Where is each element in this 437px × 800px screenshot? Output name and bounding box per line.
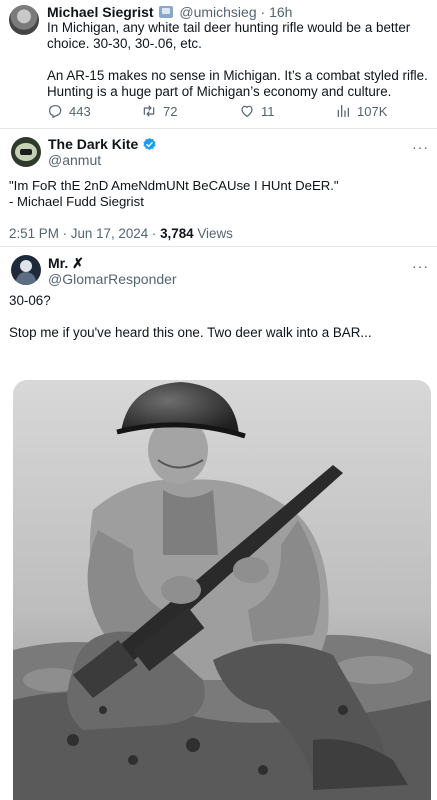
like-button[interactable]: 11 bbox=[239, 103, 275, 119]
soldier-photo-illustration bbox=[13, 380, 431, 800]
repost-button[interactable]: 72 bbox=[141, 103, 177, 119]
verified-badge-icon bbox=[143, 137, 156, 150]
header-separator: · bbox=[260, 4, 266, 20]
main-tweet-timestamp[interactable]: 2:51 PM · Jun 17, 2024 · bbox=[9, 226, 160, 241]
main-tweet-views-label: Views bbox=[193, 226, 233, 241]
more-icon[interactable]: ··· bbox=[412, 259, 429, 273]
reply-text: 30-06? Stop me if you've heard this one.… bbox=[9, 293, 429, 341]
reply-icon bbox=[49, 105, 62, 118]
reply-paragraph: Stop me if you've heard this one. Two de… bbox=[9, 325, 372, 340]
quoted-author-avatar[interactable] bbox=[9, 5, 39, 35]
main-author-name-row: The Dark Kite bbox=[48, 136, 157, 152]
like-icon bbox=[241, 105, 253, 117]
like-count: 11 bbox=[261, 103, 275, 119]
main-tweet-line: "Im FoR thE 2nD AmeNdmUNt BeCAUse I HUnt… bbox=[9, 178, 339, 193]
divider bbox=[0, 128, 437, 129]
main-tweet-text: "Im FoR thE 2nD AmeNdmUNt BeCAUse I HUnt… bbox=[9, 178, 429, 210]
main-author-name[interactable]: The Dark Kite bbox=[48, 136, 138, 152]
quoted-author-handle[interactable]: @umichsieg bbox=[179, 4, 256, 20]
more-icon[interactable]: ··· bbox=[412, 140, 429, 154]
reply-count: 443 bbox=[69, 103, 91, 119]
reply-author-avatar[interactable] bbox=[11, 255, 41, 285]
quoted-tweet-paragraph: In Michigan, any white tail deer hunting… bbox=[47, 20, 411, 51]
quoted-tweet-time[interactable]: 16h bbox=[269, 4, 292, 20]
quoted-tweet-actions: 443 72 11 107K bbox=[47, 103, 417, 121]
repost-icon bbox=[143, 105, 155, 117]
view-count: 107K bbox=[357, 103, 388, 119]
reply-author-handle[interactable]: @GlomarResponder bbox=[48, 271, 177, 287]
quoted-tweet-text: In Michigan, any white tail deer hunting… bbox=[47, 20, 431, 100]
views-button[interactable]: 107K bbox=[335, 103, 387, 119]
main-tweet-line: - Michael Fudd Siegrist bbox=[9, 194, 144, 209]
main-author-avatar[interactable] bbox=[11, 137, 41, 167]
quoted-tweet-header: Michael Siegrist @umichsieg · 16h bbox=[47, 4, 292, 20]
views-icon bbox=[337, 105, 349, 117]
main-tweet-meta: 2:51 PM · Jun 17, 2024 · 3,784 Views bbox=[9, 226, 233, 242]
main-tweet-views-count: 3,784 bbox=[160, 226, 194, 241]
repost-count: 72 bbox=[163, 103, 178, 119]
attached-photo[interactable] bbox=[13, 380, 431, 800]
reply-button[interactable]: 443 bbox=[47, 103, 91, 119]
main-author-handle[interactable]: @anmut bbox=[48, 152, 101, 168]
divider bbox=[0, 246, 437, 247]
quoted-tweet-paragraph: An AR-15 makes no sense in Michigan. It’… bbox=[47, 68, 428, 99]
computer-emoji-icon bbox=[159, 6, 174, 18]
reply-author-name[interactable]: Mr. ✗ bbox=[48, 255, 84, 271]
quoted-author-name[interactable]: Michael Siegrist bbox=[47, 4, 154, 20]
reply-paragraph: 30-06? bbox=[9, 293, 51, 308]
